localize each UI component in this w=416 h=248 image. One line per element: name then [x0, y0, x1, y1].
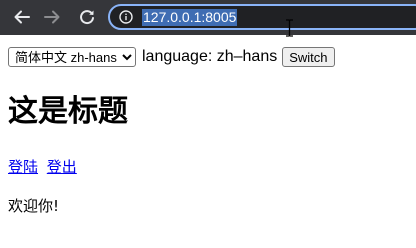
page-title: 这是标题: [8, 94, 128, 129]
login-link[interactable]: 登陆: [8, 158, 38, 176]
address-bar[interactable]: 127.0.0.1:8005: [108, 4, 416, 30]
logout-link[interactable]: 登出: [47, 158, 77, 176]
back-button[interactable]: [11, 6, 33, 28]
language-status: language: zh–hans: [142, 48, 278, 65]
browser-toolbar: 127.0.0.1:8005: [0, 0, 416, 35]
language-bar: 简体中文 zh-hans language: zh–hans Switch: [8, 46, 416, 68]
auth-links: 登陆 登出: [8, 157, 77, 177]
forward-button[interactable]: [41, 6, 63, 28]
reload-button[interactable]: [76, 6, 98, 28]
switch-button[interactable]: Switch: [282, 47, 335, 67]
url-text[interactable]: 127.0.0.1:8005: [142, 9, 238, 26]
info-icon[interactable]: [119, 10, 133, 24]
page-content: 简体中文 zh-hans language: zh–hans Switch 这是…: [8, 46, 416, 215]
reload-icon: [80, 10, 94, 25]
text-cursor-icon: [286, 19, 293, 37]
language-select[interactable]: 简体中文 zh-hans: [8, 47, 136, 67]
welcome-text: 欢迎你!: [8, 197, 60, 215]
arrow-left-icon: [14, 10, 30, 24]
arrow-right-icon: [44, 10, 60, 24]
